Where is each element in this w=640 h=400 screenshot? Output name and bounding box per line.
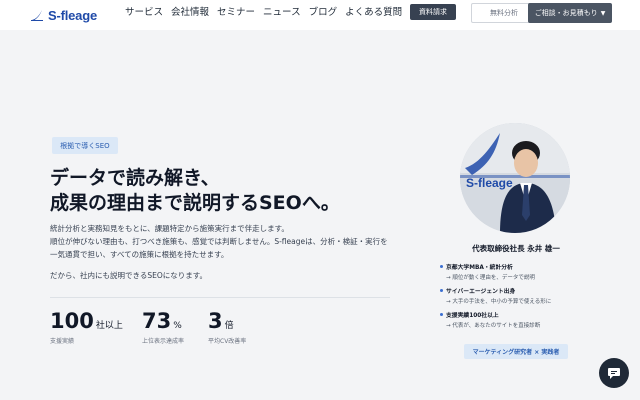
main-nav: サービス 会社情報 セミナー ニュース ブログ よくある質問 採用 xyxy=(125,6,429,20)
stat-number: 73 xyxy=(142,309,172,333)
bullet-icon xyxy=(440,265,443,268)
portrait-illustration: S-fleage xyxy=(460,123,570,233)
stat-number: 3 xyxy=(208,309,223,333)
stat-value-row: 73 % xyxy=(142,308,184,334)
headline-line-2: 成果の理由まで説明するSEOへ。 xyxy=(50,192,340,214)
logo-text: S-fleage xyxy=(48,7,97,23)
document-request-label: 資料請求 xyxy=(419,8,447,16)
divider xyxy=(50,297,390,298)
credential-heading: サイバーエージェント出身 xyxy=(440,286,600,295)
stat-unit: % xyxy=(173,321,182,331)
credential-heading-text: 支援実績100社以上 xyxy=(446,313,499,319)
consult-label: ご相談・お見積もり xyxy=(534,9,598,17)
stat-unit: 倍 xyxy=(224,321,234,331)
ceo-name-title: 代表取締役社長 永井 雄一 xyxy=(472,244,560,253)
chat-bubble-icon xyxy=(608,368,620,379)
body-line-2: 順位が伸びない理由も、打つべき施策も、感覚では判断しません。S-fleageは、… xyxy=(50,237,388,246)
ceo-credentials: 京都大学MBA・統計分析 → 順位が動く理由を、データで説明 サイバーエージェン… xyxy=(440,262,600,334)
caret-down-icon: ▼ xyxy=(600,9,606,17)
nav-item-seminar[interactable]: セミナー xyxy=(217,6,255,20)
nav-item-faq[interactable]: よくある質問 xyxy=(345,6,402,20)
nav-item-company[interactable]: 会社情報 xyxy=(171,6,209,20)
credential-detail: → 代表が、あなたのサイトを直接診断 xyxy=(446,323,541,329)
headline-line-1: データで読み解き、 xyxy=(50,167,220,189)
site-header: S-fleage サービス 会社情報 セミナー ニュース ブログ よくある質問 … xyxy=(0,0,640,30)
stat-unit: 社以上 xyxy=(95,321,123,331)
stat-label: 支援実績 xyxy=(50,338,75,345)
credential-detail: → 大手の手法を、中小の予算で使える形に xyxy=(446,299,552,305)
stat-label: 平均CV改善率 xyxy=(208,338,247,345)
hero-tag: 根拠で導くSEO xyxy=(52,137,118,154)
stat-number: 100 xyxy=(50,309,94,333)
hero-body: 統計分析と実務知見をもとに、課題特定から施策実行まで伴走します。 順位が伸びない… xyxy=(50,222,400,261)
hero-headline: データで読み解き、 成果の理由まで説明するSEOへ。 xyxy=(50,166,390,216)
free-analysis-label: 無料分析 xyxy=(490,9,518,17)
hero-closing: だから、社内にも説明できるSEOになります。 xyxy=(50,271,208,280)
stat-support-count: 100 社以上 支援実績 xyxy=(50,308,123,345)
role-badge-label: マーケティング研究者 × 実践者 xyxy=(472,349,560,356)
nav-item-blog[interactable]: ブログ xyxy=(309,6,338,20)
stat-cv-improvement: 3 倍 平均CV改善率 xyxy=(208,308,246,345)
bullet-icon xyxy=(440,289,443,292)
hero-tag-label: 根拠で導くSEO xyxy=(60,141,110,150)
credential-heading-text: 京都大学MBA・統計分析 xyxy=(446,265,513,271)
body-line-1: 統計分析と実務知見をもとに、課題特定から施策実行まで伴走します。 xyxy=(50,224,289,233)
logo[interactable]: S-fleage xyxy=(30,6,97,24)
nav-item-service[interactable]: サービス xyxy=(125,6,163,20)
list-item: サイバーエージェント出身 → 大手の手法を、中小の予算で使える形に xyxy=(440,286,600,305)
body-line-3: 一気通貫で担い、すべての施策に根拠を持たせます。 xyxy=(50,250,229,259)
stat-value-row: 3 倍 xyxy=(208,308,246,334)
credential-heading-text: サイバーエージェント出身 xyxy=(446,289,516,295)
stat-value-row: 100 社以上 xyxy=(50,308,123,334)
consult-button[interactable]: ご相談・お見積もり ▼ xyxy=(528,3,612,23)
stat-top-rank-rate: 73 % 上位表示達成率 xyxy=(142,308,184,345)
nav-item-news[interactable]: ニュース xyxy=(263,6,301,20)
portrait-sign-text: S-fleage xyxy=(466,176,513,190)
list-item: 支援実績100社以上 → 代表が、あなたのサイトを直接診断 xyxy=(440,310,600,329)
chat-button[interactable] xyxy=(599,358,629,388)
stat-label: 上位表示達成率 xyxy=(142,338,185,345)
role-badge: マーケティング研究者 × 実践者 xyxy=(464,344,568,359)
credential-heading: 支援実績100社以上 xyxy=(440,310,600,319)
bullet-icon xyxy=(440,313,443,316)
ceo-portrait: S-fleage xyxy=(460,123,570,233)
logo-mark-icon xyxy=(31,10,43,21)
credential-detail: → 順位が動く理由を、データで説明 xyxy=(446,275,535,281)
credential-heading: 京都大学MBA・統計分析 xyxy=(440,262,600,271)
list-item: 京都大学MBA・統計分析 → 順位が動く理由を、データで説明 xyxy=(440,262,600,281)
document-request-button[interactable]: 資料請求 xyxy=(410,4,456,20)
